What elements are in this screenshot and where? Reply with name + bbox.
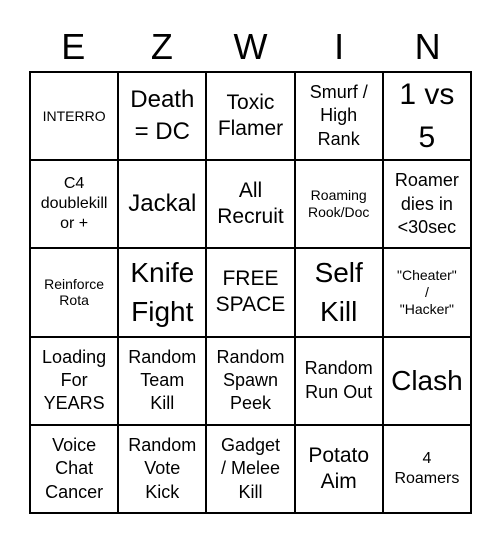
bingo-cell[interactable]: Roamer dies in <30sec [383,161,470,248]
bingo-cell[interactable]: Random Run Out [295,337,382,424]
cell-text: C4 doublekill or + [40,175,108,233]
header-letter-n: N [414,26,441,67]
cell-text: Jackal [128,190,197,218]
bingo-cell[interactable]: Reinforce Rota [31,249,118,336]
cell-text: Voice Chat Cancer [45,434,104,502]
cell-text: Random Run Out [304,358,373,402]
cell-text: Clash [391,365,463,397]
cell-text: Potato Aim [308,443,370,493]
cell-text: Loading For YEARS [42,346,107,414]
bingo-cell[interactable]: Self Kill [295,249,382,336]
bingo-cell[interactable]: Potato Aim [295,425,382,512]
cell-text: Reinforce Rota [44,275,105,309]
cell-text: Smurf / High Rank [309,82,368,149]
cell-text: Roaming Rook/Doc [307,187,370,221]
bingo-cell[interactable]: All Recruit [207,161,294,248]
bingo-cell[interactable]: C4 doublekill or + [31,161,118,248]
bingo-cell[interactable]: Loading For YEARS [31,337,118,424]
cell-text: Roamer dies in <30sec [394,170,459,237]
bingo-cell[interactable]: Voice Chat Cancer [31,425,118,512]
bingo-cell[interactable]: Smurf / High Rank [295,73,382,160]
cell-text: Random Vote Kick [128,434,197,502]
cell-text: Toxic Flamer [217,90,284,141]
header-letter-w: W [233,26,268,67]
header-letter-z: Z [150,26,173,67]
bingo-cell[interactable]: Clash [383,337,470,424]
cell-text: Gadget / Melee Kill [220,434,281,502]
bingo-cell[interactable]: "Cheater" / "Hacker" [383,249,470,336]
cell-text: Death = DC [130,85,195,146]
bingo-cell[interactable]: Random Vote Kick [119,425,206,512]
header-letter-e: E [61,26,86,67]
bingo-cell[interactable]: Death = DC [119,73,206,160]
cell-text: INTERRO [42,107,106,124]
bingo-cell[interactable]: Jackal [119,161,206,248]
bingo-header: E Z W I N [29,24,472,70]
cell-text: 4 Roamers [394,449,460,487]
cell-text: Random Spawn Peek [216,346,285,414]
cell-text: FREE SPACE [215,267,286,317]
bingo-cell[interactable]: Knife Fight [119,249,206,336]
bingo-cell[interactable]: Random Spawn Peek [207,337,294,424]
cell-text: Knife Fight [130,257,195,328]
bingo-cell[interactable]: 1 vs 5 [383,73,470,160]
bingo-cell[interactable]: 4 Roamers [383,425,470,512]
bingo-cell[interactable]: Toxic Flamer [207,73,294,160]
bingo-cell[interactable]: Gadget / Melee Kill [207,425,294,512]
free-space-cell[interactable]: FREE SPACE [207,249,294,336]
cell-text: All Recruit [217,179,284,229]
cell-text: "Cheater" / "Hacker" [397,267,457,317]
cell-text: Random Team Kill [128,346,197,414]
bingo-cell[interactable]: INTERRO [31,73,118,160]
cell-text: Self Kill [314,257,363,328]
header-letter-i: I [334,26,345,67]
cell-text: 1 vs 5 [399,77,455,155]
bingo-cell[interactable]: Roaming Rook/Doc [295,161,382,248]
bingo-cell[interactable]: Random Team Kill [119,337,206,424]
bingo-board: INTERRO Death = DC Toxic Flamer Smurf / … [29,71,472,514]
